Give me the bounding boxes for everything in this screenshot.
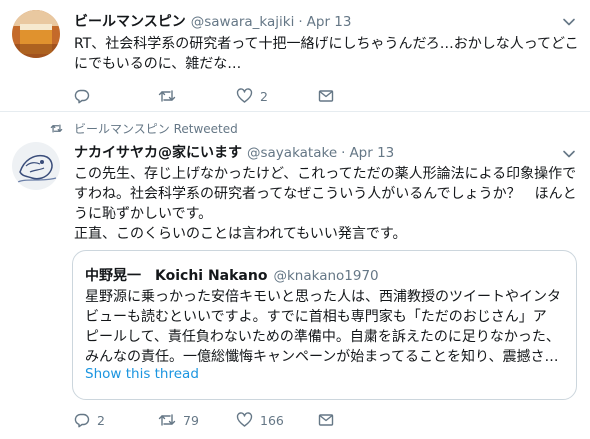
quoted-tweet-header: 中野晃一 Koichi Nakano @knakano1970 bbox=[85, 265, 379, 285]
direct-message-button[interactable] bbox=[318, 411, 334, 429]
tweet-header: ナカイサヤカ@家にいます @sayakatake · Apr 13 bbox=[74, 142, 394, 162]
quoted-tweet[interactable]: 中野晃一 Koichi Nakano @knakano1970 星野源に乗っかっ… bbox=[72, 250, 577, 400]
quoted-text-line: 星野源に乗っかった安倍キモいと思った人は、西浦教授のツイートやインタ bbox=[85, 289, 561, 305]
heart-icon bbox=[236, 88, 253, 103]
quoted-text-line: みんなの責任。一億総懺悔キャンペーンが始まってることを知り、震撼さ… bbox=[85, 349, 559, 365]
reply-button[interactable] bbox=[74, 87, 158, 105]
retweet-count: 79 bbox=[183, 412, 199, 428]
quoted-text-line: ピールして、責任負わないための準備中。自粛を訴えたのに足りなかった、 bbox=[85, 329, 560, 345]
illustration-avatar-image bbox=[12, 142, 60, 190]
tweet-text-line: うに恥ずかしいです。 bbox=[74, 206, 213, 222]
reply-button[interactable]: 2 bbox=[74, 411, 158, 429]
tweet-actions: 2 bbox=[74, 87, 334, 105]
separator-dot: · bbox=[298, 14, 303, 30]
show-thread-link[interactable]: Show this thread bbox=[85, 366, 199, 382]
reply-count: 2 bbox=[97, 412, 105, 428]
retweet-icon bbox=[158, 90, 176, 102]
tweet-text-line: この先生、存じ上げなかったけど、これってただの薬人形論法による印象操作で bbox=[74, 166, 577, 182]
tweet[interactable]: ビールマンスピン @sawara_kajiki · Apr 13 RT、社会科学… bbox=[0, 0, 590, 112]
like-count: 166 bbox=[260, 412, 284, 428]
envelope-icon bbox=[318, 90, 334, 102]
retweet-button[interactable]: 79 bbox=[158, 411, 236, 429]
like-button[interactable]: 166 bbox=[236, 411, 318, 429]
retweet-icon bbox=[158, 414, 176, 426]
heart-icon bbox=[236, 412, 253, 427]
quoted-tweet-text: 星野源に乗っかった安倍キモいと思った人は、西浦教授のツイートやインタ ビューも読… bbox=[85, 287, 571, 367]
username[interactable]: @sawara_kajiki bbox=[191, 14, 295, 30]
tweet-text-line: にでもいるのに、雑だな… bbox=[74, 56, 242, 72]
reply-icon bbox=[74, 89, 90, 104]
like-count: 2 bbox=[260, 88, 268, 104]
tweet-actions: 2 79 166 bbox=[74, 411, 334, 429]
display-name[interactable]: ナカイサヤカ@家にいます bbox=[74, 142, 242, 162]
timestamp[interactable]: Apr 13 bbox=[349, 145, 394, 161]
chevron-down-icon[interactable] bbox=[562, 147, 576, 161]
tweet-text-line: RT、社会科学系の研究者って十把一絡げにしちゃうんだろ…おかしな人ってどこ bbox=[74, 36, 579, 52]
retweeted-by-link[interactable]: ビールマンスピン Retweeted bbox=[74, 120, 238, 137]
direct-message-button[interactable] bbox=[318, 87, 334, 105]
timestamp[interactable]: Apr 13 bbox=[307, 14, 352, 30]
retweet-icon bbox=[50, 124, 63, 133]
retweet-button[interactable] bbox=[158, 87, 236, 105]
avatar[interactable] bbox=[12, 10, 60, 58]
tweet-text-line: すわね。社会科学系の研究者ってなぜこういう人がいるんでしょうか？ ほんと bbox=[74, 186, 577, 202]
reply-icon bbox=[74, 413, 90, 428]
separator-dot: · bbox=[341, 145, 346, 161]
envelope-icon bbox=[318, 414, 334, 426]
avatar[interactable] bbox=[12, 142, 60, 190]
retweet-context: ビールマンスピン Retweeted bbox=[50, 120, 238, 137]
like-button[interactable]: 2 bbox=[236, 87, 318, 105]
display-name[interactable]: ビールマンスピン bbox=[74, 11, 186, 31]
chevron-down-icon[interactable] bbox=[562, 15, 576, 29]
tweet[interactable]: ビールマンスピン Retweeted ナカイサヤカ@家にいます @sayakat… bbox=[0, 112, 590, 439]
tweet-text-line: 正直、このくらいのことは言われてもいい発言です。 bbox=[74, 226, 407, 242]
beer-avatar-image bbox=[12, 10, 60, 58]
tweet-text: RT、社会科学系の研究者って十把一絡げにしちゃうんだろ…おかしな人ってどこ にで… bbox=[74, 34, 580, 74]
tweet-text: この先生、存じ上げなかったけど、これってただの薬人形論法による印象操作で すわね… bbox=[74, 164, 580, 244]
quoted-text-line: ビューも読むといいですよ。すでに首相も専門家も「ただのおじさん」ア bbox=[85, 309, 547, 325]
quoted-display-name: 中野晃一 Koichi Nakano bbox=[85, 268, 268, 284]
quoted-username: @knakano1970 bbox=[273, 268, 379, 284]
tweet-header: ビールマンスピン @sawara_kajiki · Apr 13 bbox=[74, 11, 351, 31]
username[interactable]: @sayakatake bbox=[247, 145, 337, 161]
